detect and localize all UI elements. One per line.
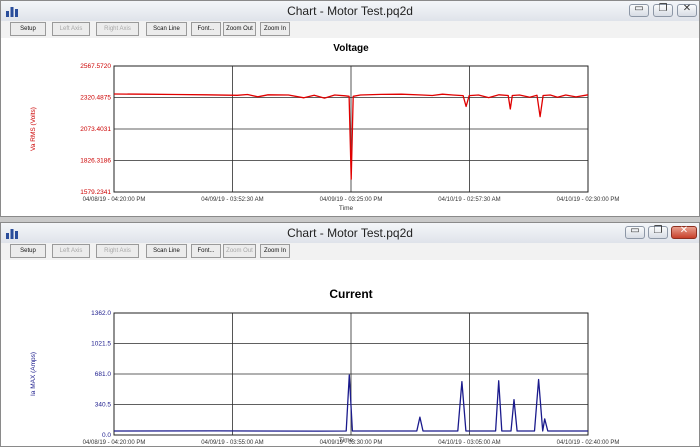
title-bar: Chart - Motor Test.pq2d ▭ ❐ ✕ (1, 1, 699, 22)
right-axis-button[interactable]: Right Axis (96, 244, 139, 258)
y-tick-label: 1362.0 (91, 310, 111, 317)
minimize-icon: ▭ (630, 225, 640, 236)
close-button[interactable]: ✕ (671, 225, 697, 239)
x-tick-label: 04/10/19 - 02:57:30 AM (438, 197, 500, 203)
chart-title: Current (329, 287, 372, 301)
close-icon: ✕ (679, 225, 689, 236)
toolbar: Setup Left Axis Right Axis Scan Line Fon… (1, 243, 699, 260)
window-title: Chart - Motor Test.pq2d (287, 4, 413, 18)
close-icon: ✕ (682, 3, 692, 14)
minimize-button[interactable]: ▭ (629, 3, 649, 17)
window-title: Chart - Motor Test.pq2d (287, 226, 413, 240)
restore-button[interactable]: ❐ (648, 225, 668, 239)
zoom-out-button[interactable]: Zoom Out (223, 244, 256, 258)
x-tick-label: 04/10/19 - 02:40:00 PM (557, 440, 620, 446)
toolbar: Setup Left Axis Right Axis Scan Line Fon… (1, 21, 699, 38)
y-axis-label: Ia MAX (Amps) (30, 352, 37, 396)
scan-line-button[interactable]: Scan Line (146, 244, 187, 258)
setup-button[interactable]: Setup (10, 22, 46, 36)
current-chart: Current 1362.0 1021.5 681.0 340.5 0.004/08/19… (30, 287, 620, 446)
x-tick-label: 04/10/19 - 03:05:00 AM (438, 440, 500, 446)
y-tick-label: 2073.4031 (80, 126, 111, 133)
font-button[interactable]: Font... (191, 22, 221, 36)
x-axis-label: Time (339, 437, 354, 444)
x-tick-label: 04/10/19 - 02:30:00 PM (557, 197, 620, 203)
y-tick-label: 681.0 (95, 371, 112, 378)
y-tick-label: 2567.5720 (80, 63, 111, 70)
zoom-in-button[interactable]: Zoom In (260, 22, 290, 36)
right-axis-button[interactable]: Right Axis (96, 22, 139, 36)
current-chart-window: Chart - Motor Test.pq2d ▭ ❐ ✕ Setup Left… (0, 222, 700, 447)
chart-title: Voltage (333, 43, 369, 54)
voltage-chart: Voltage 2567.5720 2320.4875 2073.4031 1826.3… (30, 43, 620, 212)
x-axis-label: Time (339, 205, 354, 212)
setup-button[interactable]: Setup (10, 244, 46, 258)
restore-icon: ❐ (658, 3, 668, 14)
minimize-button[interactable]: ▭ (625, 225, 645, 239)
x-tick-label: 04/08/19 - 04:20:00 PM (83, 197, 146, 203)
x-tick-label: 04/08/19 - 04:20:00 PM (83, 440, 146, 446)
x-tick-label: 04/09/19 - 03:25:00 PM (320, 197, 383, 203)
restore-button[interactable]: ❐ (653, 3, 673, 17)
restore-icon: ❐ (653, 225, 663, 236)
y-tick-label: 1826.3186 (80, 158, 111, 165)
voltage-chart-window: Chart - Motor Test.pq2d ▭ ❐ ✕ Setup Left… (0, 0, 700, 217)
y-tick-label: 0.0 (102, 432, 111, 439)
left-axis-button[interactable]: Left Axis (52, 22, 90, 36)
close-button[interactable]: ✕ (677, 3, 697, 17)
left-axis-button[interactable]: Left Axis (52, 244, 90, 258)
font-button[interactable]: Font... (191, 244, 221, 258)
x-tick-label: 04/09/19 - 03:52:30 AM (201, 197, 263, 203)
zoom-out-button[interactable]: Zoom Out (223, 22, 256, 36)
minimize-icon: ▭ (634, 3, 644, 14)
y-tick-label: 2320.4875 (80, 95, 111, 102)
y-tick-label: 1579.2341 (80, 189, 111, 196)
zoom-in-button[interactable]: Zoom In (260, 244, 290, 258)
title-bar: Chart - Motor Test.pq2d ▭ ❐ ✕ (1, 223, 699, 244)
scan-line-button[interactable]: Scan Line (146, 22, 187, 36)
y-tick-label: 1021.5 (91, 341, 111, 348)
x-tick-label: 04/09/19 - 03:55:00 AM (201, 440, 263, 446)
y-tick-label: 340.5 (95, 402, 112, 409)
y-axis-label: Va RMS (Volts) (30, 107, 37, 151)
